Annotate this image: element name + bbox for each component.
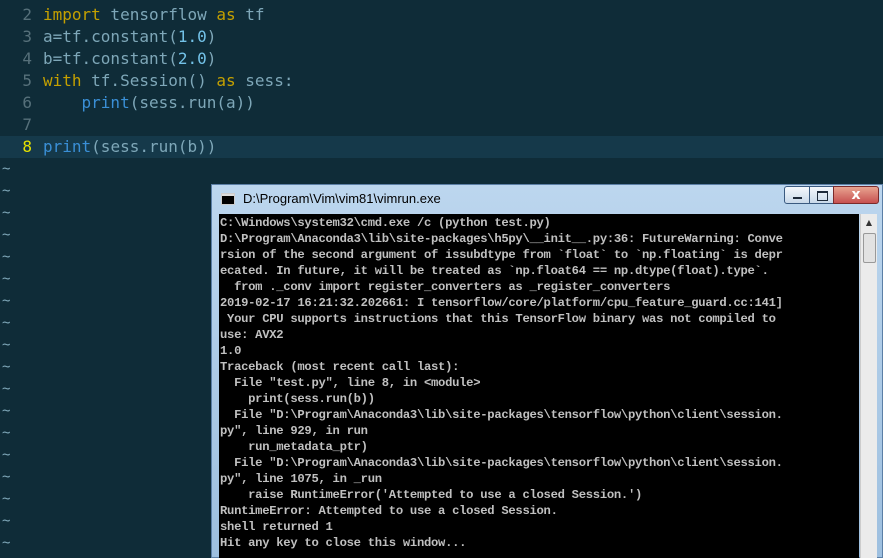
tilde-marker: ~ [2,447,11,463]
console-line: File "test.py", line 8, in <module> [220,376,481,390]
tilde-marker: ~ [2,381,11,397]
tilde-marker: ~ [2,337,11,353]
tilde-marker: ~ [2,271,11,287]
window-titlebar[interactable]: D:\Program\Vim\vim81\vimrun.exe x [212,185,882,213]
editor-line[interactable]: 5 with tf.Session() as sess: [0,70,883,92]
console-line: from ._conv import register_converters a… [220,280,671,294]
code-token: 2.0 [177,49,207,68]
vimrun-console-window[interactable]: D:\Program\Vim\vim81\vimrun.exe x C:\Win… [211,184,883,558]
tilde-marker: ~ [2,315,11,331]
code-token: as [216,5,236,24]
code-token: a=tf.constant( [43,27,178,46]
console-line: Traceback (most recent call last): [220,360,460,374]
tilde-marker: ~ [2,293,11,309]
editor-line[interactable]: 3 a=tf.constant(1.0) [0,26,883,48]
code-token: with [43,71,82,90]
tilde-marker: ~ [2,359,11,375]
console-icon[interactable] [221,193,235,205]
tilde-marker: ~ [2,227,11,243]
console-line: rsion of the second argument of issubdty… [220,248,783,262]
editor-line[interactable]: 4 b=tf.constant(2.0) [0,48,883,70]
code-token: tf.Session() [81,71,217,90]
editor-line[interactable]: 7 [0,114,883,136]
tilde-marker: ~ [2,403,11,419]
tilde-marker: ~ [2,535,11,551]
editor-line[interactable]: 8 print(sess.run(b)) [0,136,883,158]
tilde-marker: ~ [2,469,11,485]
console-line: RuntimeError: Attempted to use a closed … [220,504,558,518]
line-number: 6 [22,93,32,112]
line-code[interactable]: print(sess.run(a)) [43,92,255,114]
code-token: ) [206,27,217,46]
console-line: py", line 1075, in _run [220,472,382,486]
tilde-marker: ~ [2,205,11,221]
console-line: run_metadata_ptr) [220,440,368,454]
close-button[interactable]: x [833,186,879,204]
code-token: print [43,137,92,156]
code-token: tensorflow [100,5,217,24]
line-number: 7 [22,115,32,134]
editor-line[interactable]: 6 print(sess.run(a)) [0,92,883,114]
maximize-button[interactable] [809,186,834,204]
line-code[interactable]: a=tf.constant(1.0) [43,26,216,48]
scroll-up-arrow-icon[interactable]: ▲ [861,214,877,231]
line-code[interactable]: b=tf.constant(2.0) [43,48,216,70]
tilde-marker: ~ [2,183,11,199]
vertical-scrollbar[interactable]: ▲ [860,214,877,558]
console-line: raise RuntimeError('Attempted to use a c… [220,488,643,502]
code-token: import [43,5,101,24]
tilde-marker: ~ [2,249,11,265]
code-token: as [216,71,236,90]
code-token: ) [206,49,217,68]
scrollbar-thumb[interactable] [863,233,876,263]
line-code[interactable]: with tf.Session() as sess: [43,70,293,92]
tilde-marker: ~ [2,425,11,441]
maximize-icon [817,191,828,201]
close-icon: x [851,187,861,203]
console-line: py", line 929, in run [220,424,368,438]
minimize-button[interactable] [784,186,810,204]
console-line: D:\Program\Anaconda3\lib\site-packages\h… [220,232,783,246]
line-number: 3 [22,27,32,46]
code-token: b=tf.constant( [43,49,178,68]
line-number: 2 [22,5,32,24]
editor-line[interactable]: 2 import tensorflow as tf [0,4,883,26]
console-output[interactable]: C:\Windows\system32\cmd.exe /c (python t… [219,214,859,558]
code-token: 1.0 [177,27,207,46]
line-code[interactable]: print(sess.run(b)) [43,136,216,158]
minimize-icon [793,197,802,199]
tilde-marker: ~ [2,491,11,507]
line-number: 4 [22,49,32,68]
line-code[interactable]: import tensorflow as tf [43,4,265,26]
console-line: 1.0 [220,344,242,358]
console-line: C:\Windows\system32\cmd.exe /c (python t… [220,216,551,230]
code-token: tf [235,5,265,24]
console-line: Your CPU supports instructions that this… [220,312,776,326]
console-line: Hit any key to close this window... [220,536,467,550]
tilde-marker: ~ [2,513,11,529]
code-token: (sess.run(a)) [129,93,255,112]
code-token: sess: [235,71,294,90]
tilde-marker: ~ [2,161,11,177]
console-line: File "D:\Program\Anaconda3\lib\site-pack… [220,408,783,422]
console-line: shell returned 1 [220,520,333,534]
code-token: (sess.run(b)) [91,137,217,156]
code-token: print [81,93,130,112]
line-number: 5 [22,71,32,90]
console-line: use: AVX2 [220,328,284,342]
line-number: 8 [22,137,32,156]
console-line: print(sess.run(b)) [220,392,375,406]
console-line: 2019-02-17 16:21:32.202661: I tensorflow… [220,296,783,310]
window-title: D:\Program\Vim\vim81\vimrun.exe [243,191,441,206]
console-line: ecated. In future, it will be treated as… [220,264,769,278]
console-line: File "D:\Program\Anaconda3\lib\site-pack… [220,456,783,470]
